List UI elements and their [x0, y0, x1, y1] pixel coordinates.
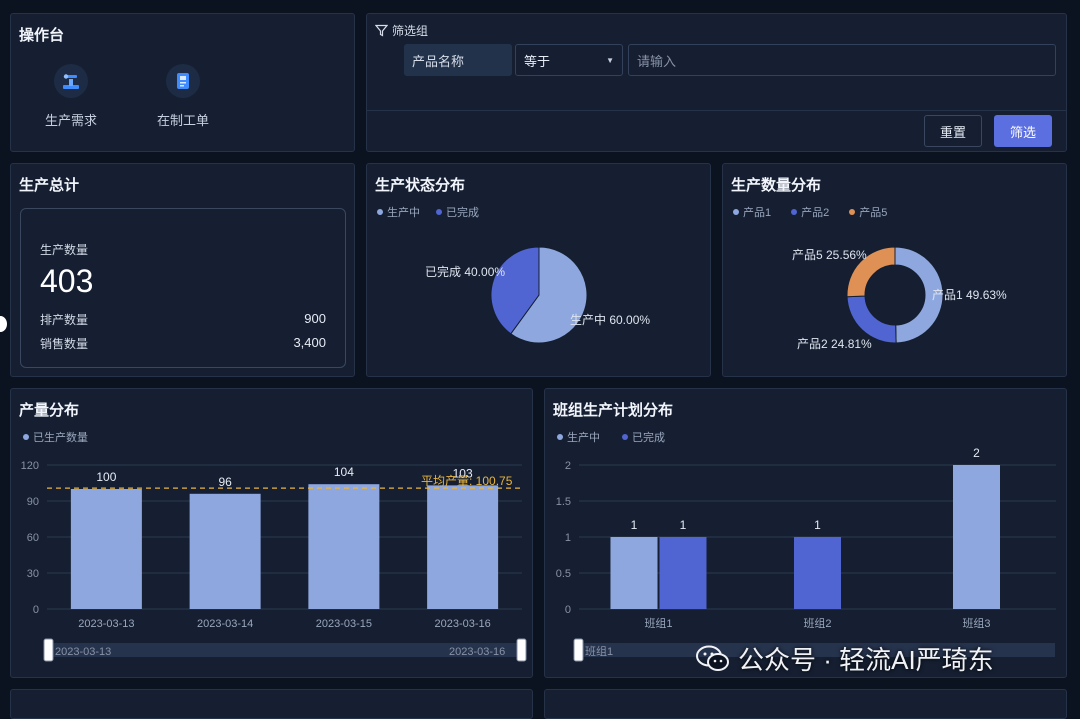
bar[interactable] — [70, 489, 142, 609]
summary-title: 生产总计 — [19, 177, 80, 194]
x-tick-label: 2023-03-13 — [78, 618, 134, 630]
document-icon — [166, 64, 200, 98]
filter-field-label: 产品名称 — [404, 44, 512, 76]
production-demand-label: 生产需求 — [44, 113, 97, 128]
quantity-panel: 生产数量分布 产品1 产品2 产品5 产品1 49.63% 产品2 24.81%… — [722, 163, 1067, 377]
x-tick-label: 2023-03-15 — [316, 618, 372, 630]
y-tick-label: 0 — [33, 604, 39, 616]
filter-button[interactable]: 筛选 — [994, 115, 1052, 147]
average-line-label: 平均产量: 100.75 — [421, 474, 513, 488]
sales-qty-label: 销售数量 — [40, 337, 89, 351]
production-qty-label: 生产数量 — [40, 243, 89, 257]
donut-slice-product2[interactable] — [846, 295, 897, 344]
production-demand-button[interactable]: 生产需求 — [31, 64, 111, 129]
y-tick-label: 2 — [565, 460, 571, 472]
status-pie-chart: 生产中 60.00% 已完成 40.00% — [425, 246, 650, 344]
y-tick-label: 30 — [27, 568, 39, 580]
output-panel: 产量分布 已生产数量 0 30 60 90 120 100 2023-03-13 96 2023… — [10, 388, 533, 678]
y-tick-label: 1.5 — [556, 496, 571, 508]
y-tick-label: 0.5 — [556, 568, 571, 580]
donut-label-product5: 产品5 25.56% — [792, 248, 867, 262]
status-panel: 生产状态分布 生产中 已完成 生产中 60.00% 已完成 40.00% — [366, 163, 711, 377]
y-tick-label: 1 — [565, 532, 571, 544]
bar-value-label: 100 — [96, 470, 116, 484]
sales-qty-value: 3,400 — [293, 335, 326, 350]
bar[interactable] — [189, 493, 261, 609]
zoom-start-label: 2023-03-13 — [55, 646, 111, 658]
bar[interactable] — [308, 484, 380, 609]
summary-card: 生产数量 403 排产数量 900 销售数量 3,400 — [20, 208, 346, 368]
bar[interactable] — [610, 537, 658, 609]
wechat-icon — [696, 645, 729, 671]
donut-label-product1: 产品1 49.63% — [932, 288, 1007, 302]
zoom-handle-left[interactable] — [43, 638, 54, 662]
team-plan-panel: 班组生产计划分布 生产中 已完成 0 0.5 1 1.5 2 1 1 班组1 1 班组2 2 班组3 … — [544, 388, 1067, 678]
bar-value-label: 1 — [814, 518, 821, 532]
x-tick-label: 班组2 — [803, 616, 831, 630]
chevron-down-icon: ▼ — [606, 55, 614, 65]
watermark: 公众号 · 轻流AI严琦东 — [696, 640, 994, 677]
bar[interactable] — [953, 465, 1000, 609]
wip-order-button[interactable]: 在制工单 — [143, 64, 223, 129]
bar-value-label: 96 — [218, 475, 232, 489]
bar-value-label: 104 — [334, 465, 354, 479]
zoom-handle-right[interactable] — [516, 638, 527, 662]
bar-value-label: 1 — [631, 518, 638, 532]
y-tick-label: 60 — [27, 532, 39, 544]
pie-label-in-production: 生产中 60.00% — [570, 312, 650, 327]
output-bar-chart: 0 30 60 90 120 100 2023-03-13 96 2023-03-14 104 20… — [21, 460, 527, 662]
donut-label-product2: 产品2 24.81% — [797, 337, 872, 351]
reset-button[interactable]: 重置 — [924, 115, 982, 147]
bottom-panel-left — [10, 689, 533, 719]
y-tick-label: 90 — [27, 496, 39, 508]
pie-label-completed: 已完成 40.00% — [425, 264, 505, 279]
filter-header: 筛选组 — [375, 22, 428, 39]
operator-select[interactable]: 等于 ▼ — [515, 44, 623, 76]
filter-icon — [375, 24, 388, 37]
zoom-handle-left[interactable] — [573, 638, 584, 662]
y-tick-label: 120 — [21, 460, 39, 472]
production-qty-value: 403 — [40, 263, 94, 299]
filter-title: 筛选组 — [392, 24, 429, 38]
scheduled-qty-value: 900 — [304, 311, 326, 326]
filter-divider — [367, 110, 1066, 111]
filter-value-input[interactable]: 请输入 — [628, 44, 1056, 76]
bar-value-label: 1 — [680, 518, 687, 532]
x-tick-label: 2023-03-14 — [197, 618, 253, 630]
scheduled-qty-label: 排产数量 — [40, 313, 89, 327]
bar[interactable] — [427, 485, 499, 609]
bottom-panel-right — [544, 689, 1067, 719]
team-plan-bar-chart: 0 0.5 1 1.5 2 1 1 班组1 1 班组2 2 班组3 班组1 — [556, 446, 1056, 662]
quantity-donut-chart: 产品1 49.63% 产品2 24.81% 产品5 25.56% — [792, 246, 1007, 351]
bar-value-label: 2 — [973, 446, 980, 460]
x-tick-label: 班组1 — [644, 616, 672, 630]
x-tick-label: 班组3 — [962, 616, 990, 630]
bar[interactable] — [659, 537, 707, 609]
robot-arm-icon — [54, 64, 88, 98]
x-tick-label: 2023-03-16 — [434, 618, 490, 630]
zoom-end-label: 2023-03-16 — [449, 646, 505, 658]
operator-value: 等于 — [524, 53, 551, 69]
filter-panel: 筛选组 产品名称 等于 ▼ 请输入 重置 筛选 — [366, 13, 1067, 152]
bar[interactable] — [794, 537, 841, 609]
summary-panel: 生产总计 生产数量 403 排产数量 900 销售数量 3,400 — [10, 163, 355, 377]
wip-order-label: 在制工单 — [156, 113, 209, 128]
y-tick-label: 0 — [565, 604, 571, 616]
collapse-handle[interactable] — [0, 316, 7, 332]
console-panel: 操作台 生产需求 在制工单 — [10, 13, 355, 152]
watermark-text: 公众号 · 轻流AI严琦东 — [738, 645, 994, 675]
console-title: 操作台 — [19, 27, 65, 44]
zoom-start-label: 班组1 — [585, 644, 613, 658]
